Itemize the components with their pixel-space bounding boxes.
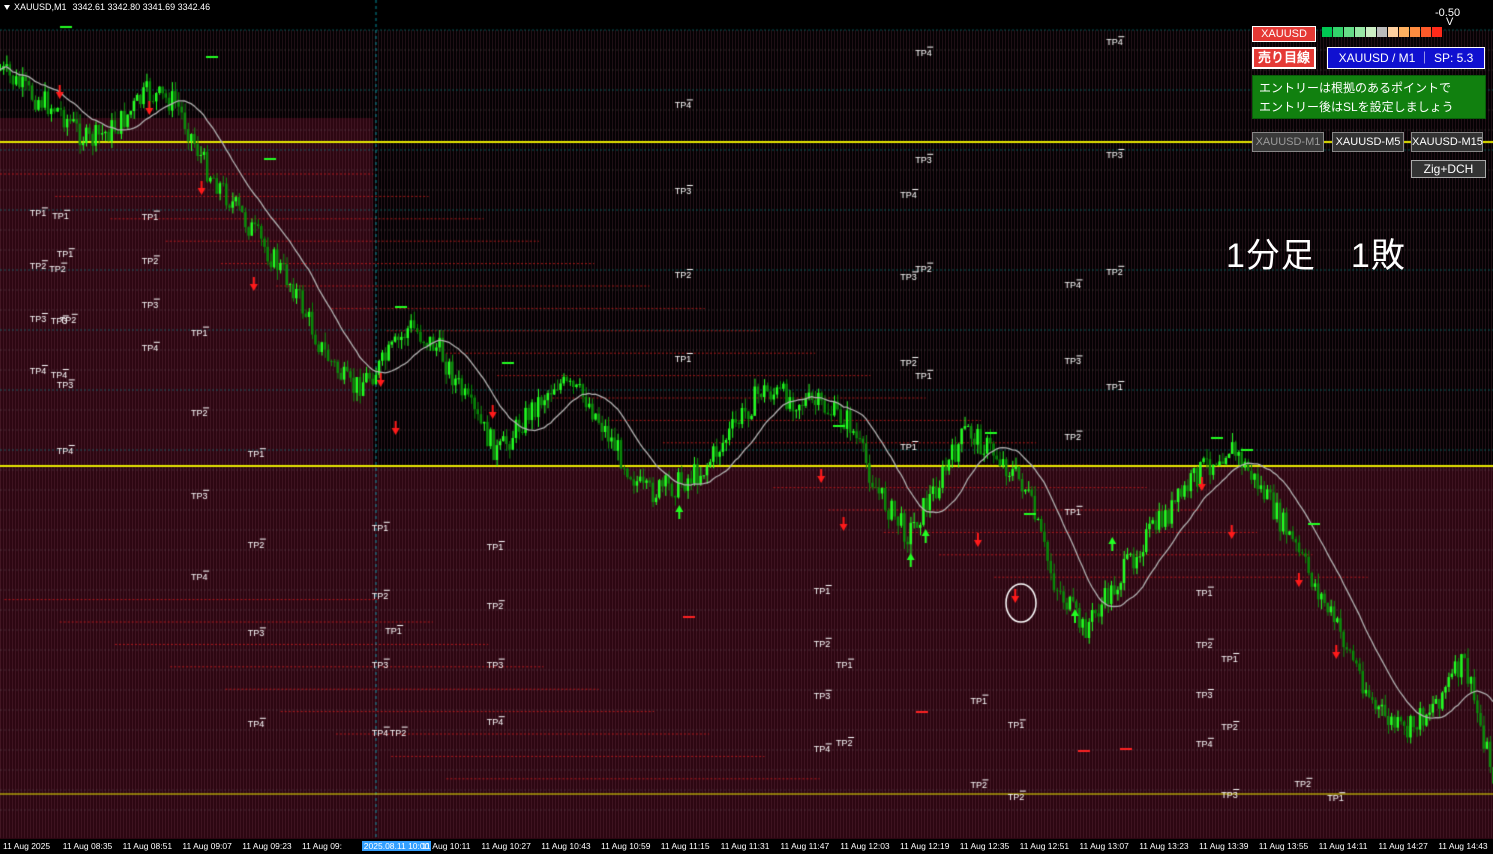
time-tick-label: 11 Aug 11:15 [660,841,710,851]
timeframe-m15-button[interactable]: XAUUSD-M15 [1411,132,1483,152]
time-axis: 11 Aug 2025 11 Aug 08:35 11 Aug 08:51 11 Au… [0,839,1493,854]
time-tick-label: 11 Aug 09:23 [242,841,292,851]
timeframe-m1-button[interactable]: XAUUSD-M1 [1252,132,1324,152]
notice-line-2: エントリー後はSLを設定しましょう [1259,100,1454,114]
strength-cell [1421,27,1431,37]
symbol-badge: XAUUSD [1252,26,1316,42]
trade-result-annotation: 1分足 1敗 [1226,237,1406,275]
time-tick-label: 11 Aug 2025 [3,841,51,851]
entry-notice-box: エントリーは根拠のあるポイントで エントリー後はSLを設定しましょう [1252,75,1486,119]
time-tick-label: 11 Aug 10:27 [481,841,531,851]
strength-cell [1388,27,1398,37]
time-tick-label: 11 Aug 08:35 [62,841,113,851]
strength-cell [1322,27,1332,37]
strength-cell [1344,27,1354,37]
time-tick-label: 11 Aug 13:55 [1258,841,1309,851]
time-tick-label: 11 Aug 09:07 [182,841,232,851]
time-tick-label: 11 Aug 09: [302,841,343,851]
chart-ohlc: 3342.61 3342.80 3341.69 3342.46 [72,2,211,12]
v-marker: V [1446,16,1454,28]
time-tick-label: 11 Aug 13:23 [1139,841,1189,851]
sell-bias-badge: 売り目線 [1252,47,1316,69]
notice-line-1: エントリーは根拠のあるポイントで [1259,81,1452,95]
strength-cell [1410,27,1420,37]
symbol-spread-info: XAUUSD / M1 ｜ SP: 5.3 [1327,47,1485,69]
strength-cell [1399,27,1409,37]
time-tick-label: 11 Aug 13:07 [1079,841,1129,851]
time-tick-label: 11 Aug 10:43 [541,841,591,851]
strength-cell [1333,27,1343,37]
time-tick-label: 11 Aug 12:35 [959,841,1010,851]
timeframe-m5-button[interactable]: XAUUSD-M5 [1332,132,1404,152]
time-tick-label: 11 Aug 12:19 [900,841,950,851]
time-tick-label: 11 Aug 10:59 [601,841,651,851]
time-tick-label: 11 Aug 10:11 [421,841,471,851]
time-tick-label: 11 Aug 08:51 [122,841,173,851]
strength-cell [1377,27,1387,37]
time-tick-label: 11 Aug 11:47 [780,841,830,851]
time-tick-label: 11 Aug 12:51 [1019,841,1070,851]
strength-cell [1366,27,1376,37]
strength-cell [1432,27,1442,37]
time-tick-label: 11 Aug 14:11 [1318,841,1368,851]
chart-menu-icon[interactable] [4,5,10,11]
zig-dch-button[interactable]: Zig+DCH [1411,160,1486,178]
time-tick-label: 11 Aug 11:31 [720,841,770,851]
time-tick-label: 11 Aug 12:03 [840,841,890,851]
currency-strength-bar [1322,27,1443,37]
price-chart-canvas[interactable] [0,0,1493,854]
time-tick-label: 11 Aug 14:27 [1378,841,1428,851]
chart-title: XAUUSD,M1 3342.61 3342.80 3341.69 3342.46 [4,2,216,12]
time-tick-label: 11 Aug 14:43 [1438,841,1488,851]
time-tick-label: 11 Aug 13:39 [1199,841,1249,851]
chart-symbol: XAUUSD,M1 [14,2,67,12]
strength-cell [1355,27,1365,37]
